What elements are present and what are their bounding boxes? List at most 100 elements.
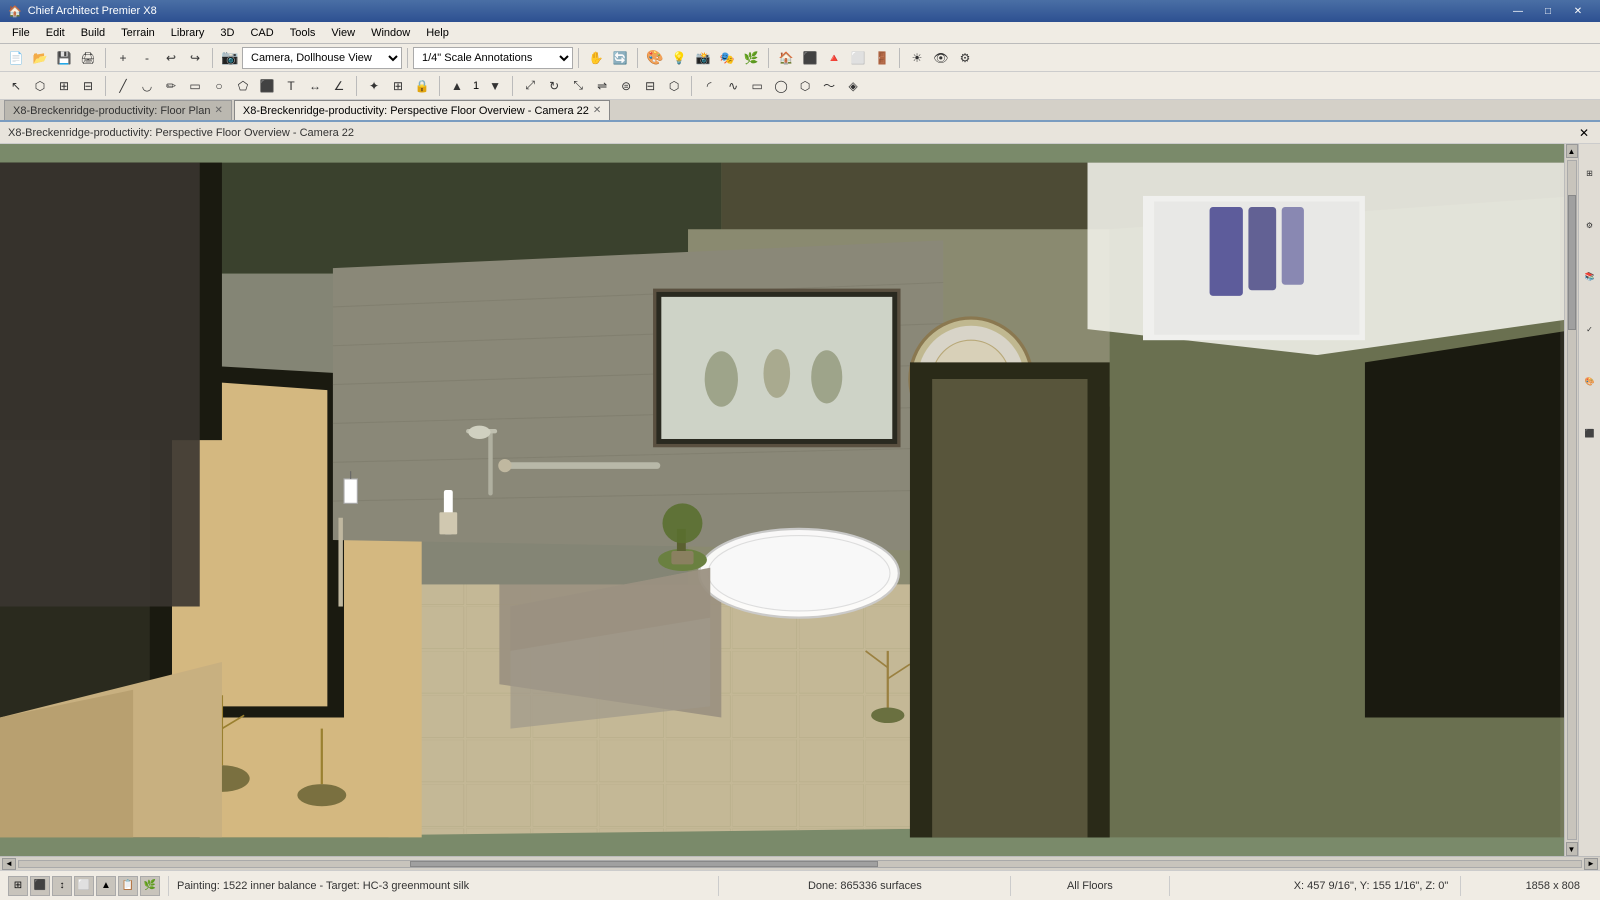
menu-library[interactable]: Library (163, 22, 213, 44)
rect2-btn[interactable]: ▭ (745, 74, 769, 98)
status-icon-5[interactable]: ▲ (96, 876, 116, 896)
deselect-btn[interactable]: ⊟ (76, 74, 100, 98)
line-btn[interactable]: ╱ (111, 74, 135, 98)
circle-btn[interactable]: ○ (207, 74, 231, 98)
down-btn[interactable]: ▼ (483, 74, 507, 98)
scroll-left-button[interactable]: ◄ (2, 858, 16, 870)
scroll-right-button[interactable]: ► (1584, 858, 1598, 870)
menu-tools[interactable]: Tools (282, 22, 324, 44)
point-btn[interactable]: ◈ (841, 74, 865, 98)
open-button[interactable]: 📂 (28, 46, 52, 70)
sidebar-tool-5[interactable]: 🎨 (1580, 356, 1600, 406)
grid-btn[interactable]: ⊞ (386, 74, 410, 98)
status-icon-3[interactable]: ↕ (52, 876, 72, 896)
menu-terrain[interactable]: Terrain (113, 22, 163, 44)
scale-tool-btn[interactable]: ⤡ (566, 74, 590, 98)
menu-cad[interactable]: CAD (242, 22, 281, 44)
minimize-button[interactable]: — (1504, 3, 1532, 19)
sidebar-tool-1[interactable]: ⊞ (1580, 148, 1600, 198)
tab-floor-plan[interactable]: X8-Breckenridge-productivity: Floor Plan… (4, 100, 232, 120)
rotate-btn[interactable]: ↻ (542, 74, 566, 98)
sidebar-tool-6[interactable]: ⬛ (1580, 408, 1600, 458)
snap-btn[interactable]: ✦ (362, 74, 386, 98)
roof-btn[interactable]: 🔺 (822, 46, 846, 70)
sidebar-tool-4[interactable]: ✓ (1580, 304, 1600, 354)
freehand-btn[interactable]: ✏ (159, 74, 183, 98)
wave-btn[interactable]: 〜 (817, 74, 841, 98)
sidebar-tool-3[interactable]: 📚 (1580, 252, 1600, 302)
menu-window[interactable]: Window (363, 22, 418, 44)
new-button[interactable]: 📄 (4, 46, 28, 70)
undo[interactable]: ↩ (159, 46, 183, 70)
poly-btn[interactable]: ⬠ (231, 74, 255, 98)
poly2-btn[interactable]: ⬡ (793, 74, 817, 98)
select-btn[interactable]: ↖ (4, 74, 28, 98)
distribute-btn[interactable]: ⊟ (638, 74, 662, 98)
move-btn[interactable]: ⤢ (518, 74, 542, 98)
oval-btn[interactable]: ◯ (769, 74, 793, 98)
house-btn[interactable]: 🏠 (774, 46, 798, 70)
text-btn[interactable]: T (279, 74, 303, 98)
settings-btn[interactable]: ⚙ (953, 46, 977, 70)
scroll-thumb-vertical[interactable] (1568, 195, 1576, 331)
camera-btn2[interactable]: 📸 (691, 46, 715, 70)
bezier-btn[interactable]: ∿ (721, 74, 745, 98)
render-btn[interactable]: 🎨 (643, 46, 667, 70)
camera-dropdown[interactable]: Camera, Dollhouse View Camera, Standard … (242, 47, 402, 69)
zoom-in[interactable]: + (111, 46, 135, 70)
lock-btn[interactable]: 🔒 (410, 74, 434, 98)
hand-tool[interactable]: ✋ (584, 46, 608, 70)
group-btn[interactable]: ⬡ (662, 74, 686, 98)
status-icon-2[interactable]: ⬛ (30, 876, 50, 896)
vertical-scrollbar[interactable]: ▲ ▼ (1564, 144, 1578, 856)
close-view-btn[interactable]: ✕ (1576, 125, 1592, 141)
sidebar-tool-2[interactable]: ⚙ (1580, 200, 1600, 250)
angle-btn[interactable]: ∠ (327, 74, 351, 98)
viewport[interactable]: ▲ ▼ (0, 144, 1578, 856)
door-btn[interactable]: 🚪 (870, 46, 894, 70)
floor-btn[interactable]: ⬛ (798, 46, 822, 70)
status-icon-6[interactable]: 📋 (118, 876, 138, 896)
horizontal-scrollbar[interactable]: ◄ ► (0, 856, 1600, 870)
status-icon-1[interactable]: ⊞ (8, 876, 28, 896)
arc-btn[interactable]: ◡ (135, 74, 159, 98)
menu-edit[interactable]: Edit (38, 22, 73, 44)
zoom-out[interactable]: - (135, 46, 159, 70)
align-btn[interactable]: ⊜ (614, 74, 638, 98)
select-group-btn[interactable]: ⬡ (28, 74, 52, 98)
tab-perspective-close[interactable]: ✕ (593, 105, 601, 116)
save-button[interactable]: 💾 (52, 46, 76, 70)
menu-help[interactable]: Help (418, 22, 457, 44)
redo[interactable]: ↪ (183, 46, 207, 70)
menu-view[interactable]: View (323, 22, 363, 44)
fill-btn[interactable]: ⬛ (255, 74, 279, 98)
maximize-button[interactable]: □ (1534, 3, 1562, 19)
scroll-up-button[interactable]: ▲ (1566, 144, 1578, 158)
mirror-btn[interactable]: ⇌ (590, 74, 614, 98)
close-button[interactable]: ✕ (1564, 3, 1592, 19)
plant-btn[interactable]: 🌿 (739, 46, 763, 70)
status-icon-7[interactable]: 🌿 (140, 876, 160, 896)
print-button[interactable]: 🖨 (76, 46, 100, 70)
menu-build[interactable]: Build (73, 22, 113, 44)
tab-perspective[interactable]: X8-Breckenridge-productivity: Perspectiv… (234, 100, 610, 120)
scroll-thumb-horizontal[interactable] (410, 861, 879, 867)
sun-btn[interactable]: ☀ (905, 46, 929, 70)
window-btn[interactable]: ⬜ (846, 46, 870, 70)
orbit-tool[interactable]: 🔄 (608, 46, 632, 70)
scale-dropdown[interactable]: 1/4" Scale Annotations 1/8" Scale Annota… (413, 47, 573, 69)
sep7 (899, 48, 900, 68)
up-btn[interactable]: ▲ (445, 74, 469, 98)
material-btn[interactable]: 🎭 (715, 46, 739, 70)
tab-floor-plan-close[interactable]: ✕ (214, 105, 222, 116)
status-icon-4[interactable]: ⬜ (74, 876, 94, 896)
scroll-down-button[interactable]: ▼ (1566, 842, 1578, 856)
menu-3d[interactable]: 3D (212, 22, 242, 44)
rect-btn[interactable]: ▭ (183, 74, 207, 98)
light-btn[interactable]: 💡 (667, 46, 691, 70)
walk-btn[interactable]: 👁 (929, 46, 953, 70)
select-all-btn[interactable]: ⊞ (52, 74, 76, 98)
menu-file[interactable]: File (4, 22, 38, 44)
arc2-btn[interactable]: ◜ (697, 74, 721, 98)
dim-btn[interactable]: ↔ (303, 74, 327, 98)
